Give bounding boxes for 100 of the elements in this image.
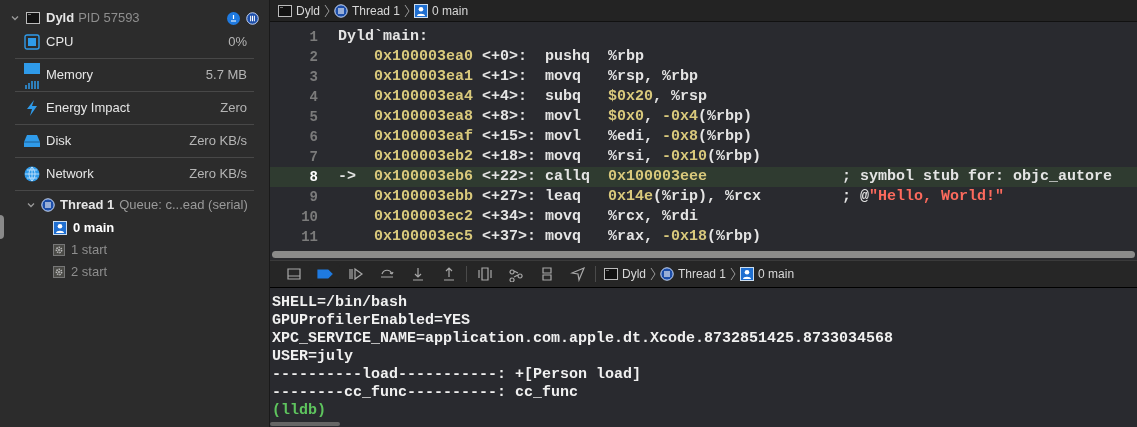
instruction-address: 0x100003eaf	[374, 126, 475, 147]
chevron-separator-icon	[650, 267, 656, 281]
code-text: (%rbp)	[707, 226, 762, 247]
thread-icon	[660, 267, 674, 281]
person-icon	[740, 267, 755, 281]
console-line: --------cc_func----------: cc_func	[272, 384, 579, 402]
globe-icon	[24, 166, 40, 182]
code-text: (%rbp)	[707, 146, 762, 167]
code-text: (%rip), %rcx	[653, 186, 762, 207]
horizontal-scrollbar[interactable]	[272, 251, 1135, 258]
process-name: Dyld	[46, 9, 75, 28]
numeric-literal: -0x8	[662, 126, 699, 147]
code-text: %rsp, %rbp	[608, 66, 699, 87]
gauge-label[interactable]: Network	[46, 164, 94, 184]
jump-bar-item[interactable]: Thread 1	[352, 1, 401, 20]
stack-frame[interactable]: 0 main	[73, 218, 115, 238]
code-text: %rbp	[608, 46, 645, 67]
jump-bar-item[interactable]: 0 main	[432, 1, 469, 20]
code-text: , %rsp	[653, 86, 708, 107]
instruction-mnemonic: movq	[545, 206, 583, 227]
numeric-literal: -0x18	[662, 226, 708, 247]
jump-bar-item[interactable]: Dyld	[296, 1, 320, 20]
lightning-icon	[24, 100, 40, 116]
hide-icon	[285, 266, 302, 282]
code-text: %rax,	[608, 226, 655, 247]
thread-name[interactable]: Thread 1	[60, 195, 115, 215]
instruction-mnemonic: pushq	[545, 46, 592, 67]
jump-bar-item[interactable]: 0 main	[758, 265, 795, 283]
chevron-separator-icon	[730, 267, 737, 281]
stack-frame[interactable]: 2 start	[71, 262, 108, 282]
console-line: XPC_SERVICE_NAME=application.com.apple.dt.Xcode.8732851425.8733034568	[272, 330, 894, 348]
console-line: GPUProfilerEnabled=YES	[272, 312, 471, 330]
code-text: %rsi,	[608, 146, 655, 167]
line-number: 10	[300, 207, 319, 227]
line-number: 3	[308, 67, 319, 87]
terminal-window-icon	[26, 12, 40, 24]
gauge-value: Zero	[220, 99, 247, 118]
instruction-offset: <+4>:	[482, 86, 529, 107]
gear-icon	[53, 266, 65, 278]
memory-chart-icon	[24, 61, 40, 89]
terminal-window-icon	[278, 4, 292, 17]
resize-handle[interactable]	[0, 215, 4, 239]
instruction-mnemonic: callq	[545, 166, 592, 187]
instruction-address: 0x100003eb6	[374, 166, 475, 187]
line-number: 6	[308, 127, 319, 147]
code-text: (%rbp)	[698, 126, 753, 147]
code-text: ; symbol stub for: objc_autore	[842, 166, 1113, 187]
gauge-label[interactable]: Disk	[46, 131, 72, 151]
jump-bar-item[interactable]: Dyld	[622, 265, 646, 283]
gauge-value: Zero KB/s	[189, 132, 247, 151]
line-number: 9	[308, 187, 319, 207]
gear-icon	[53, 244, 65, 256]
horizontal-scrollbar[interactable]	[270, 422, 340, 426]
instruction-mnemonic: movl	[545, 106, 583, 127]
chevron-separator-icon	[404, 3, 411, 18]
gauge-value: 0%	[228, 33, 247, 52]
instruction-offset: <+27>:	[482, 186, 538, 207]
instruction-mnemonic: movl	[545, 126, 583, 147]
line-number: 5	[308, 107, 319, 127]
gauge-label[interactable]: CPU	[46, 32, 74, 52]
instruction-address: 0x100003ea1	[374, 66, 475, 87]
memory-graph-icon	[507, 266, 524, 282]
view-debugger-icon	[476, 266, 493, 282]
instruction-mnemonic: subq	[545, 86, 583, 107]
person-icon	[414, 3, 429, 18]
gauge-label[interactable]: Energy Impact	[46, 98, 130, 118]
disclosure-chevron-icon[interactable]	[26, 200, 36, 210]
line-number: 4	[308, 87, 319, 107]
line-number: 11	[300, 227, 319, 247]
console-line: ----------load-----------: +[Person load]	[272, 366, 642, 384]
console-prompt: (lldb)	[272, 402, 326, 420]
jump-bar-item[interactable]: Thread 1	[678, 265, 727, 283]
code-text: %rcx, %rdi	[608, 206, 699, 227]
stack-frame[interactable]: 1 start	[71, 240, 108, 260]
continue-icon	[347, 266, 364, 282]
instruction-offset: <+15>:	[482, 126, 538, 147]
line-number: 1	[308, 27, 319, 47]
thread-icon	[334, 3, 348, 18]
numeric-literal: 0x14e	[608, 186, 654, 207]
instruction-offset: <+1>:	[482, 66, 529, 87]
instruction-address: 0x100003ebb	[374, 186, 475, 207]
numeric-literal: 0x100003eee	[608, 166, 708, 187]
line-number: 8	[308, 167, 319, 187]
terminal-window-icon	[604, 268, 618, 280]
instruction-offset: <+0>:	[482, 46, 529, 67]
thread-queue: Queue: c...ead (serial)	[119, 196, 248, 215]
gauge-label[interactable]: Memory	[46, 65, 93, 85]
instruction-offset: <+37>:	[482, 226, 538, 247]
instruction-mnemonic: movq	[545, 226, 583, 247]
chevron-separator-icon	[324, 3, 330, 18]
disclosure-chevron-icon[interactable]	[10, 13, 20, 23]
instruction-mnemonic: movq	[545, 66, 583, 87]
thread-icon	[41, 198, 55, 212]
console-line: USER=july	[272, 348, 353, 366]
instruction-offset: <+18>:	[482, 146, 538, 167]
instruction-offset: <+22>:	[482, 166, 538, 187]
line-number: 2	[308, 47, 319, 67]
breakpoints-icon	[316, 266, 333, 282]
function-label: Dyld`main:	[338, 26, 428, 47]
console-line: SHELL=/bin/bash	[272, 294, 408, 312]
